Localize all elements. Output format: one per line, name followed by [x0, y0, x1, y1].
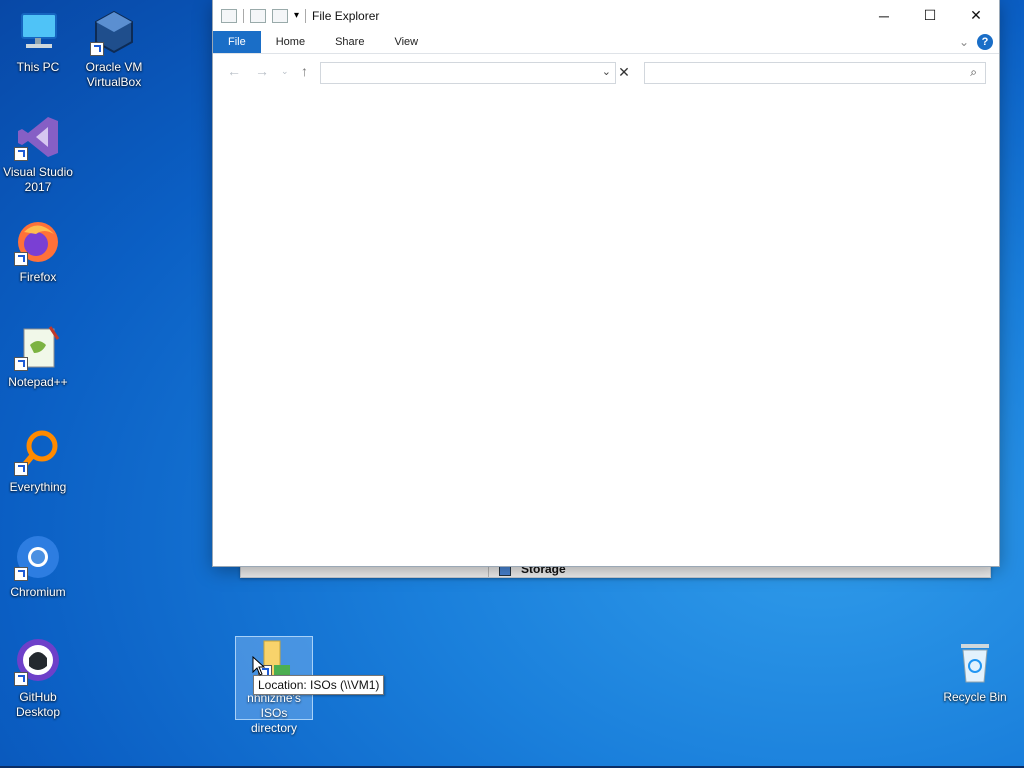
ribbon-tabs: File Home Share View ⌄ ? — [213, 31, 999, 54]
desktop-icon-label: Everything — [9, 480, 67, 494]
minimize-button[interactable]: ─ — [861, 0, 907, 31]
file-explorer-window: ▾ File Explorer ─ ☐ ✕ File Home Share Vi… — [213, 0, 999, 566]
recent-locations-icon[interactable]: ⌄ — [281, 66, 289, 77]
divider — [243, 8, 244, 23]
desktop-icon-label: Chromium — [10, 585, 66, 599]
window-controls: ─ ☐ ✕ — [861, 0, 999, 31]
desktop-icon-chromium[interactable]: Chromium — [0, 533, 76, 600]
quick-access-toolbar: ▾ — [213, 8, 307, 23]
stop-icon[interactable]: ✕ — [616, 62, 632, 82]
shortcut-arrow-icon — [14, 147, 28, 161]
divider — [305, 8, 307, 23]
maximize-button[interactable]: ☐ — [907, 0, 953, 31]
desktop-icon-label: This PC — [16, 60, 60, 74]
tab-file[interactable]: File — [213, 31, 261, 53]
tab-view[interactable]: View — [379, 31, 433, 53]
mouse-cursor-icon — [252, 656, 266, 676]
firefox-icon — [14, 218, 62, 266]
tab-share[interactable]: Share — [320, 31, 379, 53]
address-bar[interactable]: ⌄ — [320, 62, 616, 84]
chevron-down-icon[interactable]: ⌄ — [602, 65, 611, 78]
desktop-icon-notepad-plus-plus[interactable]: Notepad++ — [0, 323, 76, 390]
recycle-bin-icon — [951, 638, 999, 686]
desktop-icon-everything[interactable]: Everything — [0, 428, 76, 495]
magnifier-icon — [14, 428, 62, 476]
visual-studio-icon — [14, 113, 62, 161]
virtualbox-icon — [90, 8, 138, 56]
desktop-icon-label: Recycle Bin — [943, 690, 1007, 704]
desktop-icon-github-desktop[interactable]: GitHub Desktop — [0, 638, 76, 720]
desktop-icon-recycle-bin[interactable]: Recycle Bin — [937, 638, 1013, 705]
desktop-icon-virtualbox[interactable]: Oracle VM VirtualBox — [76, 8, 152, 90]
up-arrow-icon[interactable]: ↑ — [301, 63, 308, 79]
desktop-icon-label: GitHub Desktop — [15, 690, 61, 719]
search-icon: ⌕ — [970, 65, 977, 79]
shortcut-arrow-icon — [14, 357, 28, 371]
desktop-icon-label: nhnizme's ISOs directory — [247, 691, 301, 735]
shortcut-arrow-icon — [90, 42, 104, 56]
desktop-icon-this-pc[interactable]: This PC — [0, 8, 76, 75]
shortcut-arrow-icon — [14, 567, 28, 581]
desktop-icon-label: Notepad++ — [8, 375, 68, 389]
desktop-icon-visual-studio[interactable]: Visual Studio 2017 — [0, 113, 76, 195]
notepad-plus-plus-icon — [14, 323, 62, 371]
desktop-icon-label: Firefox — [19, 270, 57, 284]
desktop-icon-label: Oracle VM VirtualBox — [85, 60, 143, 89]
window-title: File Explorer — [312, 8, 380, 23]
back-arrow-icon[interactable]: ← — [227, 63, 241, 79]
tab-home[interactable]: Home — [261, 31, 320, 53]
customize-toolbar-icon[interactable]: ▾ — [294, 10, 299, 21]
content-pane[interactable] — [213, 90, 999, 566]
expand-ribbon-icon[interactable]: ⌄ — [959, 35, 969, 49]
location-tooltip: Location: ISOs (\\VM1) — [253, 675, 385, 695]
search-input[interactable]: ⌕ — [644, 62, 986, 84]
close-button[interactable]: ✕ — [953, 0, 999, 31]
desktop-icon-firefox[interactable]: Firefox — [0, 218, 76, 285]
new-folder-icon[interactable] — [272, 8, 288, 23]
forward-arrow-icon[interactable]: → — [255, 63, 269, 79]
title-bar[interactable]: ▾ File Explorer ─ ☐ ✕ — [213, 0, 999, 31]
explorer-app-icon[interactable] — [221, 8, 237, 23]
shortcut-arrow-icon — [14, 252, 28, 266]
properties-icon[interactable] — [250, 8, 266, 23]
github-icon — [14, 638, 62, 686]
help-icon[interactable]: ? — [977, 34, 993, 50]
shortcut-arrow-icon — [14, 462, 28, 476]
desktop-icon-label: Visual Studio 2017 — [3, 165, 73, 194]
computer-icon — [14, 8, 62, 56]
shortcut-arrow-icon — [14, 672, 28, 686]
navigation-bar: ← → ⌄ ↑ ⌄ ✕ ⌕ — [213, 54, 999, 90]
chromium-icon — [14, 533, 62, 581]
